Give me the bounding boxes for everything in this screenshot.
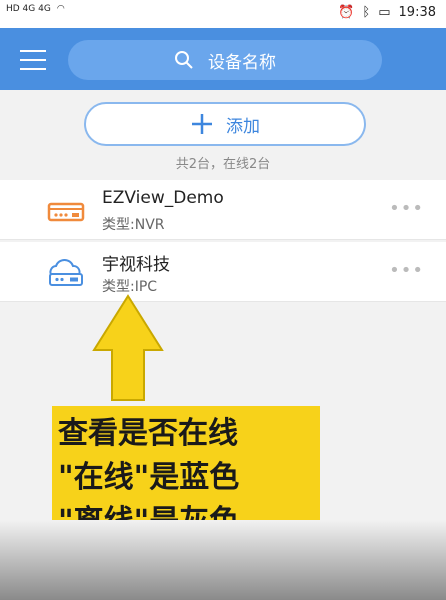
device-row-ipc[interactable]: 宇视科技 类型:IPC ••• bbox=[0, 242, 446, 302]
bottom-shadow bbox=[0, 520, 446, 600]
more-icon[interactable]: ••• bbox=[389, 198, 424, 219]
status-right: ⏰ ᛒ ▭ 19:38 bbox=[338, 5, 436, 20]
device-type: 类型:NVR bbox=[102, 217, 165, 233]
header: 设备名称 bbox=[0, 28, 446, 90]
arrow-up-icon bbox=[92, 294, 164, 401]
status-left: HD 4G 4G ◠ bbox=[6, 4, 65, 14]
menu-icon[interactable] bbox=[20, 50, 46, 70]
alarm-icon: ⏰ bbox=[338, 5, 355, 20]
device-row-nvr[interactable]: EZView_Demo 类型:NVR ••• bbox=[0, 180, 446, 240]
add-button[interactable]: 添加 bbox=[84, 102, 366, 146]
nvr-icon bbox=[47, 202, 85, 222]
annotation-line: "在线"是蓝色 bbox=[58, 460, 240, 495]
search-icon bbox=[175, 51, 193, 69]
time: 19:38 bbox=[398, 5, 436, 20]
battery-icon: ▭ bbox=[378, 5, 391, 20]
bluetooth-icon: ᛒ bbox=[362, 5, 371, 20]
status-bar: HD 4G 4G ◠ ⏰ ᛒ ▭ 19:38 bbox=[0, 0, 446, 28]
annotation-line: 查看是否在线 bbox=[58, 416, 238, 451]
ipc-cloud-icon bbox=[49, 259, 83, 286]
search-placeholder: 设备名称 bbox=[208, 52, 276, 73]
device-name: EZView_Demo bbox=[102, 188, 224, 208]
plus-icon bbox=[192, 114, 212, 134]
more-icon[interactable]: ••• bbox=[389, 260, 424, 281]
device-summary: 共2台，在线2台 bbox=[175, 157, 271, 172]
device-name: 宇视科技 bbox=[102, 255, 170, 275]
wifi-icon: ◠ bbox=[56, 4, 65, 14]
add-label: 添加 bbox=[226, 116, 260, 137]
signal-text: HD 4G 4G bbox=[6, 4, 51, 14]
search-bar[interactable]: 设备名称 bbox=[68, 40, 382, 80]
